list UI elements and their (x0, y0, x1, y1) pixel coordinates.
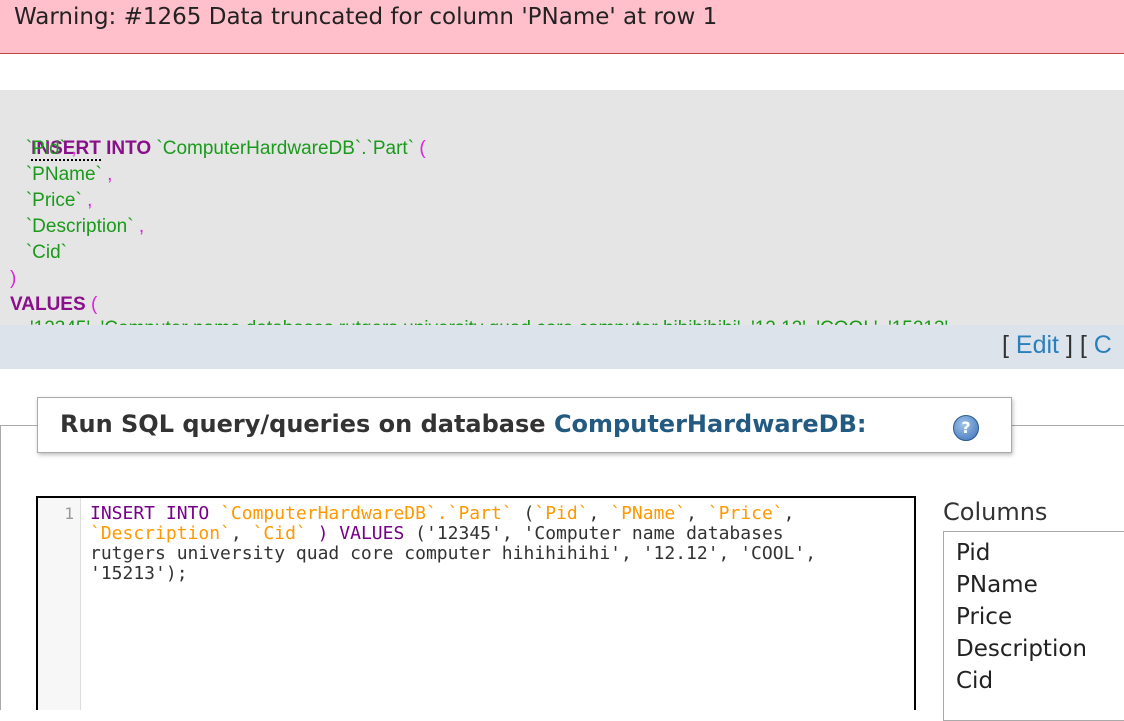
code-column: `PName` (610, 503, 687, 524)
warning-banner: Warning: #1265 Data truncated for column… (0, 0, 1124, 54)
fieldset-border-left-top (0, 425, 40, 426)
sql-column-line: `Price` , (25, 190, 93, 211)
code-table-ref: `ComputerHardwareDB`.`Part` (220, 503, 513, 524)
sql-column-line: `Pid` , (25, 138, 77, 159)
sql-close-paren: ) (10, 268, 17, 289)
edit-link[interactable]: Edit (1016, 331, 1059, 359)
sql-column: `PName` (25, 164, 102, 185)
sql-values-partial: '12345', 'Computer name databases rutger… (30, 316, 948, 325)
query-actions-bar: [ Edit ] [ C (0, 325, 1124, 369)
code-insert-keyword: INSERT INTO (90, 503, 210, 524)
columns-label: Columns (943, 498, 1048, 526)
sql-query-display: INSERT INTO `ComputerHardwareDB`.`Part` … (0, 90, 1124, 325)
sql-values-line: VALUES ( (10, 292, 97, 318)
query-action-links: [ Edit ] [ C (1002, 331, 1112, 359)
editor-gutter: 1 (38, 498, 81, 710)
line-number: 1 (64, 504, 74, 523)
warning-message: Warning: #1265 Data truncated for column… (14, 4, 718, 30)
sql-table-ref: `ComputerHardwareDB`.`Part` (156, 138, 415, 159)
code-values: '15213'); (90, 563, 188, 584)
sql-into-keyword: INTO (106, 138, 152, 159)
sql-query-legend: Run SQL query/queries on database Comput… (37, 397, 1012, 453)
code-values-keyword: ) VALUES (317, 523, 405, 544)
legend-database-name: ComputerHardwareDB: (553, 410, 867, 438)
help-icon[interactable]: ? (953, 415, 979, 441)
code-column: `Price` (707, 503, 784, 524)
fieldset-border-right-top (1012, 425, 1124, 426)
column-option-pid[interactable]: Pid (956, 540, 990, 566)
column-option-pname[interactable]: PName (956, 572, 1038, 598)
code-column: `Description` (90, 523, 231, 544)
fieldset-border-left (0, 425, 1, 710)
sql-column: `Cid` (25, 242, 68, 263)
sql-values-keyword: VALUES (10, 294, 86, 315)
sql-column-line: `Description` , (25, 216, 145, 237)
code-values: rutgers university quad core computer hi… (90, 543, 817, 564)
legend-title: Run SQL query/queries on database Comput… (60, 410, 867, 438)
column-option-cid[interactable]: Cid (956, 668, 993, 694)
sql-open-paren: ( (419, 138, 426, 159)
sql-column: `Price` (25, 190, 82, 211)
editor-code[interactable]: INSERT INTO `ComputerHardwareDB`.`Part` … (90, 504, 900, 584)
sql-line-insert: INSERT INTO `ComputerHardwareDB`.`Part` … (10, 110, 426, 161)
column-option-description[interactable]: Description (956, 636, 1087, 662)
code-values: ('12345', 'Computer name databases (415, 523, 784, 544)
sql-column: `Description` (25, 216, 134, 237)
sql-close-paren-line: ) (10, 266, 16, 292)
next-action-link[interactable]: C (1094, 331, 1112, 359)
column-option-price[interactable]: Price (956, 604, 1012, 630)
legend-prefix: Run SQL query/queries on database (60, 410, 546, 438)
code-open-paren: ( (523, 503, 535, 524)
columns-listbox[interactable]: Pid PName Price Description Cid (943, 531, 1124, 721)
sql-column: `Pid` (25, 138, 66, 159)
code-column: `Cid` (252, 523, 307, 544)
sql-column-line: `Cid` (10, 240, 67, 266)
sql-query-editor[interactable]: 1 INSERT INTO `ComputerHardwareDB`.`Part… (36, 496, 916, 710)
sql-values-paren: ( (90, 294, 98, 315)
code-column: `Pid` (534, 503, 589, 524)
sql-column-line: `PName` , (25, 164, 113, 185)
